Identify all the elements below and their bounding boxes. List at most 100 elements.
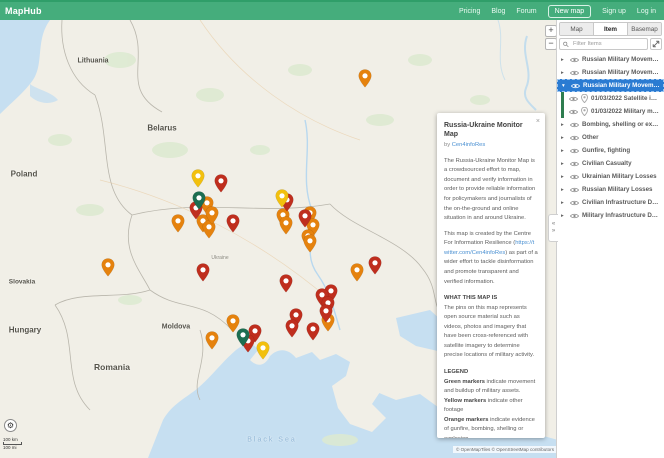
- caret-icon[interactable]: ▸: [561, 161, 567, 167]
- map-marker-orange[interactable]: [205, 206, 219, 225]
- map-marker-red[interactable]: [298, 209, 312, 228]
- signup-link[interactable]: Sign up: [602, 8, 626, 15]
- expand-all-button[interactable]: [650, 38, 662, 50]
- layer-row-bombing-shelling-or-explosion[interactable]: ▸ Bombing, shelling or explosion: [557, 118, 664, 131]
- login-link[interactable]: Log in: [637, 8, 656, 15]
- caret-icon[interactable]: ▸: [561, 148, 567, 154]
- map-label-lithuania: Lithuania: [77, 58, 108, 65]
- eye-icon[interactable]: [570, 187, 579, 193]
- map-marker-red[interactable]: [279, 274, 293, 293]
- map-attribution[interactable]: © OpenMapTiles © OpenStreetMap contribut…: [453, 446, 557, 453]
- layer-row-01-03-2022-military-movement[interactable]: 01/03/2022 Military movement ...: [557, 105, 664, 118]
- pin-icon: [581, 94, 588, 103]
- eye-icon[interactable]: [569, 109, 578, 115]
- tab-basemap[interactable]: Basemap: [628, 23, 661, 35]
- eye-icon[interactable]: [570, 213, 579, 219]
- map-marker-green[interactable]: [236, 328, 250, 347]
- eye-icon[interactable]: [570, 174, 579, 180]
- layer-item-list: ▸ Russian Military Movements Janua...▸ R…: [557, 53, 664, 222]
- layer-label: Gunfire, fighting: [582, 147, 661, 154]
- layer-row-gunfire-fighting[interactable]: ▸ Gunfire, fighting: [557, 144, 664, 157]
- tab-map[interactable]: Map: [560, 23, 594, 35]
- child-green-bar: [561, 105, 564, 118]
- caret-icon[interactable]: ▸: [561, 174, 567, 180]
- eye-icon[interactable]: [570, 122, 579, 128]
- filter-row: [559, 38, 662, 50]
- sidebar-collapse-handle[interactable]: « »: [548, 214, 558, 242]
- map-marker-yellow[interactable]: [191, 169, 205, 188]
- map-info-panel: × Russia-Ukraine Monitor Map by Cen4info…: [437, 113, 545, 438]
- caret-icon[interactable]: ▸: [561, 57, 567, 63]
- eye-icon[interactable]: [570, 57, 579, 63]
- map-label-poland: Poland: [11, 170, 38, 179]
- caret-icon[interactable]: ▸: [561, 200, 567, 206]
- eye-icon[interactable]: [571, 83, 580, 89]
- map-marker-red[interactable]: [196, 263, 210, 282]
- filter-items-input[interactable]: [571, 40, 644, 48]
- map-marker-yellow[interactable]: [275, 189, 289, 208]
- layer-row-civilian-infrastructure-damage[interactable]: ▸ Civilian Infrastructure Damage: [557, 196, 664, 209]
- map-marker-yellow[interactable]: [256, 341, 270, 360]
- layer-label: Russian Military Movements Febru...: [582, 69, 661, 76]
- layer-row-russian-military-losses[interactable]: ▸ Russian Military Losses: [557, 183, 664, 196]
- map-marker-green[interactable]: [192, 191, 206, 210]
- nav-link-pricing[interactable]: Pricing: [459, 8, 480, 15]
- caret-icon[interactable]: ▸: [561, 187, 567, 193]
- legend-lines: Green markers indicate movement and buil…: [444, 378, 538, 438]
- eye-icon[interactable]: [570, 70, 579, 76]
- maphub-logo[interactable]: MapHub: [5, 6, 42, 16]
- panel-title: Russia-Ukraine Monitor Map: [444, 121, 538, 139]
- layer-row-russian-military-movements-febru[interactable]: ▸ Russian Military Movements Febru...: [557, 66, 664, 79]
- byline-prefix: by: [444, 142, 452, 148]
- caret-icon[interactable]: ▸: [561, 135, 567, 141]
- eye-icon[interactable]: [570, 135, 579, 141]
- layer-row-russian-military-movements-janua[interactable]: ▸ Russian Military Movements Janua...: [557, 53, 664, 66]
- eye-icon[interactable]: [570, 200, 579, 206]
- map-marker-red[interactable]: [285, 319, 299, 338]
- map-marker-red[interactable]: [226, 214, 240, 233]
- caret-icon[interactable]: ▾: [562, 83, 568, 89]
- expand-arrows-icon: [652, 40, 660, 48]
- layer-row-russian-military-movements-march[interactable]: ▾ Russian Military Movements March...: [557, 79, 664, 92]
- eye-icon[interactable]: [569, 96, 578, 102]
- map-marker-orange[interactable]: [279, 216, 293, 235]
- tab-item[interactable]: Item: [594, 23, 628, 35]
- map-settings-gear-icon[interactable]: ⚙: [4, 419, 17, 432]
- layer-row-ukrainian-military-losses[interactable]: ▸ Ukrainian Military Losses: [557, 170, 664, 183]
- map-marker-orange[interactable]: [358, 69, 372, 88]
- panel-creator: This map is created by the Centre For In…: [444, 230, 538, 287]
- chevron-right-icon: »: [552, 228, 555, 235]
- layer-row-01-03-2022-satellite-imagery[interactable]: 01/03/2022 Satellite imagery ...: [557, 92, 664, 105]
- caret-icon[interactable]: ▸: [561, 122, 567, 128]
- pin-icon: [581, 107, 588, 116]
- layer-label: Civilian Casualty: [582, 160, 661, 167]
- filter-box: [559, 38, 648, 50]
- layer-label: Bombing, shelling or explosion: [582, 121, 661, 128]
- layer-row-military-infrastructure-damage[interactable]: ▸ Military Infrastructure Damage: [557, 209, 664, 222]
- map-marker-red[interactable]: [319, 304, 333, 323]
- layer-row-other[interactable]: ▸ Other: [557, 131, 664, 144]
- eye-icon[interactable]: [570, 161, 579, 167]
- nav-link-blog[interactable]: Blog: [491, 8, 505, 15]
- map-marker-orange[interactable]: [350, 263, 364, 282]
- map-marker-red[interactable]: [368, 256, 382, 275]
- map-marker-orange[interactable]: [205, 331, 219, 350]
- close-icon[interactable]: ×: [536, 116, 540, 128]
- map-marker-orange[interactable]: [303, 234, 317, 253]
- map-label-belarus: Belarus: [147, 124, 176, 133]
- author-link[interactable]: Cen4infoRes: [452, 142, 486, 148]
- layer-row-civilian-casualty[interactable]: ▸ Civilian Casualty: [557, 157, 664, 170]
- nav-link-forum[interactable]: Forum: [516, 8, 536, 15]
- layer-label: Other: [582, 134, 661, 141]
- map-marker-orange[interactable]: [101, 258, 115, 277]
- caret-icon[interactable]: ▸: [561, 70, 567, 76]
- legend-line: Yellow markers indicate other footage: [444, 397, 538, 416]
- map-label-romania: Romania: [94, 362, 130, 372]
- map-marker-red[interactable]: [306, 322, 320, 341]
- eye-icon[interactable]: [570, 148, 579, 154]
- map-marker-red[interactable]: [214, 174, 228, 193]
- map-marker-orange[interactable]: [171, 214, 185, 233]
- new-map-button[interactable]: New map: [548, 5, 592, 18]
- caret-icon[interactable]: ▸: [561, 213, 567, 219]
- layer-label: 01/03/2022 Satellite imagery ...: [591, 95, 661, 102]
